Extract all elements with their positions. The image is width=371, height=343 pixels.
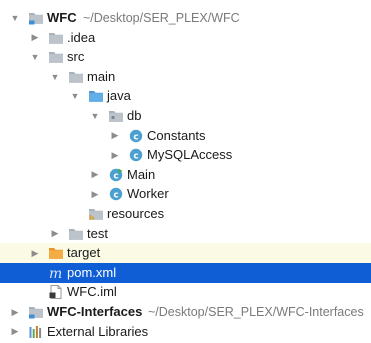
tree-node-label: main bbox=[87, 68, 116, 84]
tree-node-label: Worker bbox=[127, 186, 169, 202]
tree-node-label: target bbox=[67, 245, 101, 261]
svg-text:c: c bbox=[133, 132, 138, 142]
svg-text:c: c bbox=[133, 151, 138, 161]
maven-file-icon: m bbox=[48, 266, 64, 280]
runnable-class-icon: c bbox=[108, 168, 124, 182]
tree-node-pom[interactable]: m pom.xml bbox=[0, 262, 371, 283]
module-path: ~/Desktop/SER_PLEX/WFC bbox=[83, 11, 240, 25]
expand-arrow-icon[interactable]: ▼ bbox=[29, 47, 41, 67]
tree-node-mysqlaccess[interactable]: ▶ c MySQLAccess bbox=[0, 145, 371, 165]
module-folder-icon bbox=[28, 305, 44, 319]
expand-arrow-icon[interactable]: ▼ bbox=[89, 106, 101, 126]
tree-node-resources[interactable]: resources bbox=[0, 204, 371, 224]
tree-node-wfc[interactable]: ▼ WFC ~/Desktop/SER_PLEX/WFC bbox=[0, 8, 371, 28]
svg-text:c: c bbox=[113, 171, 118, 181]
tree-node-target[interactable]: ▶ target bbox=[0, 243, 371, 264]
tree-node-label: java bbox=[107, 88, 131, 104]
tree-node-java[interactable]: ▼ java bbox=[0, 86, 371, 106]
tree-node-label: WFC-Interfaces bbox=[47, 304, 143, 319]
collapse-arrow-icon[interactable]: ▶ bbox=[9, 322, 21, 342]
tree-node-idea[interactable]: ▶ .idea bbox=[0, 28, 371, 48]
tree-node-label: .idea bbox=[67, 29, 96, 45]
tree-node-label: resources bbox=[107, 206, 165, 221]
collapse-arrow-icon[interactable]: ▶ bbox=[29, 243, 41, 263]
expand-arrow-icon[interactable]: ▼ bbox=[49, 67, 61, 87]
tree-node-label: WFC.iml bbox=[67, 284, 117, 300]
tree-node-label: pom.xml bbox=[67, 264, 117, 280]
project-tree: ▼ WFC ~/Desktop/SER_PLEX/WFC ▶ .idea ▼ src ▼ mai… bbox=[0, 0, 371, 343]
tree-node-label: WFC bbox=[47, 10, 77, 25]
tree-node-label: MySQLAccess bbox=[147, 147, 233, 163]
folder-icon bbox=[48, 31, 64, 45]
svg-text:m: m bbox=[49, 266, 62, 280]
resources-folder-icon bbox=[88, 207, 104, 221]
tree-node-label: Constants bbox=[147, 127, 206, 143]
collapse-arrow-icon[interactable]: ▶ bbox=[49, 224, 61, 244]
tree-node-src[interactable]: ▼ src bbox=[0, 47, 371, 67]
tree-node-db[interactable]: ▼ db bbox=[0, 106, 371, 126]
collapse-arrow-icon[interactable]: ▶ bbox=[89, 184, 101, 204]
folder-icon bbox=[48, 50, 64, 64]
tree-node-label: db bbox=[127, 108, 142, 123]
class-icon: c bbox=[108, 187, 124, 201]
collapse-arrow-icon[interactable]: ▶ bbox=[109, 126, 121, 146]
folder-icon bbox=[68, 227, 84, 241]
module-folder-icon bbox=[28, 11, 44, 25]
module-path: ~/Desktop/SER_PLEX/WFC-Interfaces bbox=[148, 305, 364, 319]
svg-text:c: c bbox=[113, 191, 118, 201]
libraries-icon bbox=[28, 325, 44, 339]
tree-node-label: src bbox=[67, 49, 85, 65]
expand-arrow-icon[interactable]: ▼ bbox=[69, 86, 81, 106]
folder-icon bbox=[68, 70, 84, 84]
tree-node-label: Main bbox=[127, 166, 156, 182]
source-folder-icon bbox=[88, 89, 104, 103]
tree-node-external-libraries[interactable]: ▶ External Libraries bbox=[0, 322, 371, 342]
excluded-folder-icon bbox=[48, 246, 64, 260]
tree-node-label: test bbox=[87, 225, 108, 241]
tree-node-test[interactable]: ▶ test bbox=[0, 224, 371, 244]
tree-node-constants[interactable]: ▶ c Constants bbox=[0, 126, 371, 146]
tree-node-wfc-iml[interactable]: WFC.iml bbox=[0, 282, 371, 302]
iml-file-icon bbox=[48, 285, 64, 300]
expand-arrow-icon[interactable]: ▼ bbox=[9, 8, 21, 28]
tree-node-wfc-interfaces[interactable]: ▶ WFC-Interfaces ~/Desktop/SER_PLEX/WFC-In… bbox=[0, 302, 371, 322]
collapse-arrow-icon[interactable]: ▶ bbox=[109, 145, 121, 165]
tree-node-worker[interactable]: ▶ c Worker bbox=[0, 184, 371, 204]
tree-node-main[interactable]: ▼ main bbox=[0, 67, 371, 87]
class-icon: c bbox=[128, 129, 144, 143]
tree-node-label: External Libraries bbox=[47, 323, 149, 339]
package-icon bbox=[108, 109, 124, 123]
collapse-arrow-icon[interactable]: ▶ bbox=[9, 302, 21, 322]
collapse-arrow-icon[interactable]: ▶ bbox=[29, 28, 41, 48]
collapse-arrow-icon[interactable]: ▶ bbox=[89, 165, 101, 185]
class-icon: c bbox=[128, 148, 144, 162]
tree-node-main-class[interactable]: ▶ c Main bbox=[0, 165, 371, 185]
